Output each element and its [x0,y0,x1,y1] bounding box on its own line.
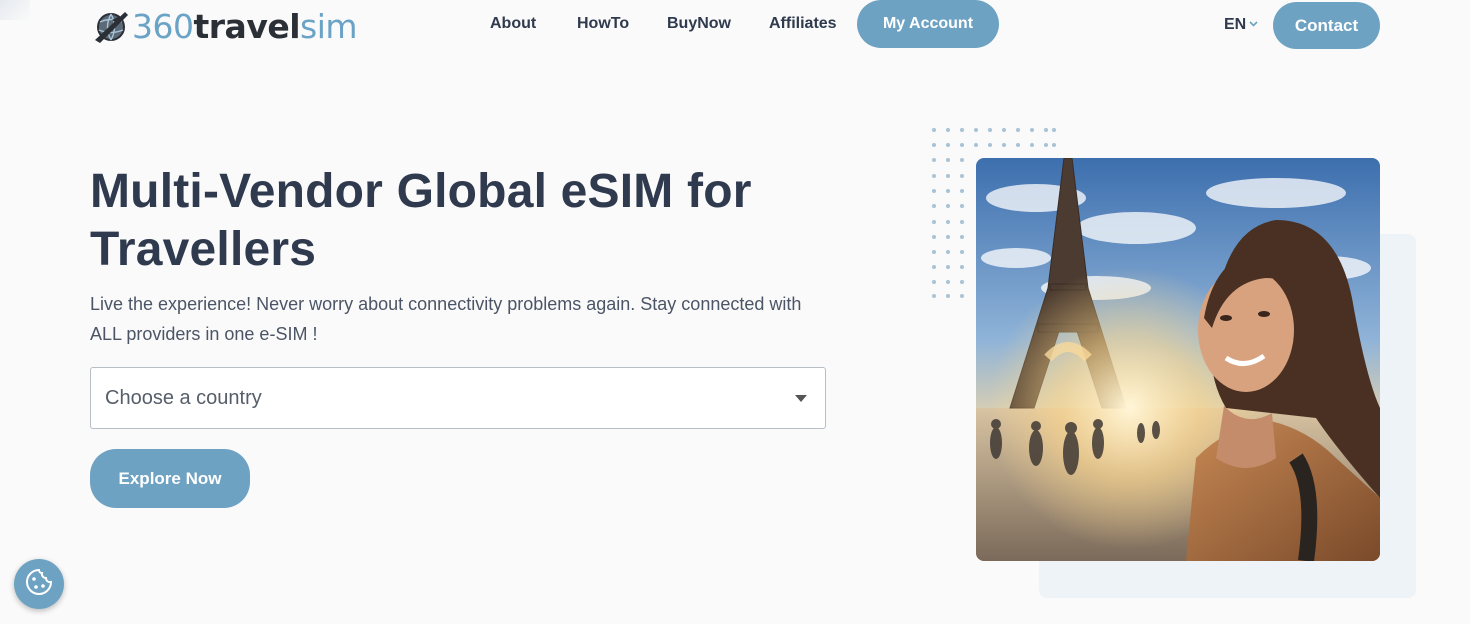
hero-title: Multi-Vendor Global eSIM for Travellers [90,165,752,276]
nav-link-buynow[interactable]: BuyNow [667,15,731,33]
nav-link-affiliates[interactable]: Affiliates [769,15,837,33]
site-header: 360travelsim About HowTo BuyNow Affiliat… [0,0,1470,50]
hero-subtitle: Live the experience! Never worry about c… [90,294,802,344]
site-logo[interactable]: 360travelsim [92,4,358,48]
language-label: EN [1224,16,1247,33]
nav-link-howto[interactable]: HowTo [577,15,629,33]
language-selector[interactable]: EN [1224,16,1258,34]
contact-button[interactable]: Contact [1273,2,1380,49]
country-select-placeholder: Choose a country [105,386,262,409]
chevron-down-icon [1249,19,1258,30]
nav-link-about[interactable]: About [490,15,536,33]
logo-wordmark: 360travelsim [132,6,358,46]
hero-traveller-image [976,158,1380,561]
globe-plane-icon [92,6,130,46]
country-select[interactable]: Choose a country [90,367,826,429]
cookie-settings-button[interactable] [14,559,64,609]
cookie-icon [24,567,54,602]
my-account-button[interactable]: My Account [857,0,999,48]
explore-now-button[interactable]: Explore Now [90,449,250,508]
caret-down-icon [795,395,807,402]
